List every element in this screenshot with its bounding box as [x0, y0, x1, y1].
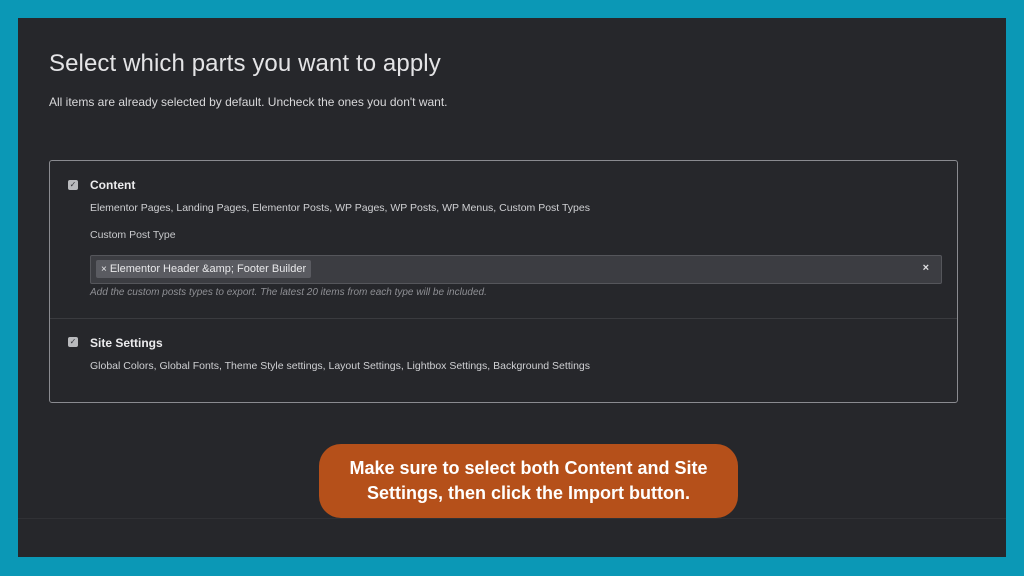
selected-post-type-chip: × Elementor Header &amp; Footer Builder	[96, 260, 312, 278]
site-settings-description: Global Colors, Global Fonts, Theme Style…	[90, 360, 590, 372]
close-icon[interactable]: ×	[101, 264, 107, 275]
content-title: Content	[90, 178, 136, 192]
custom-post-type-help: Add the custom posts types to export. Th…	[90, 287, 487, 298]
site-settings-title: Site Settings	[90, 336, 163, 350]
divider	[18, 518, 1006, 519]
page-subtitle: All items are already selected by defaul…	[49, 95, 448, 109]
check-icon: ✓	[69, 180, 77, 189]
site-settings-checkbox[interactable]: ✓	[68, 337, 78, 347]
content-checkbox[interactable]: ✓	[68, 180, 78, 190]
content-description: Elementor Pages, Landing Pages, Elemento…	[90, 202, 590, 214]
parts-selection-box: ✓ Content Elementor Pages, Landing Pages…	[49, 160, 958, 403]
chip-label: Elementor Header &amp; Footer Builder	[109, 263, 307, 275]
instruction-callout: Make sure to select both Content and Sit…	[319, 444, 738, 518]
page-title: Select which parts you want to apply	[49, 50, 441, 77]
custom-post-type-label: Custom Post Type	[90, 229, 176, 241]
close-icon[interactable]: ×	[923, 262, 929, 274]
check-icon: ✓	[69, 337, 77, 346]
content-section: ✓ Content Elementor Pages, Landing Pages…	[50, 161, 957, 319]
site-settings-section: ✓ Site Settings Global Colors, Global Fo…	[50, 319, 957, 402]
custom-post-type-select[interactable]: × Elementor Header &amp; Footer Builder …	[90, 255, 942, 284]
